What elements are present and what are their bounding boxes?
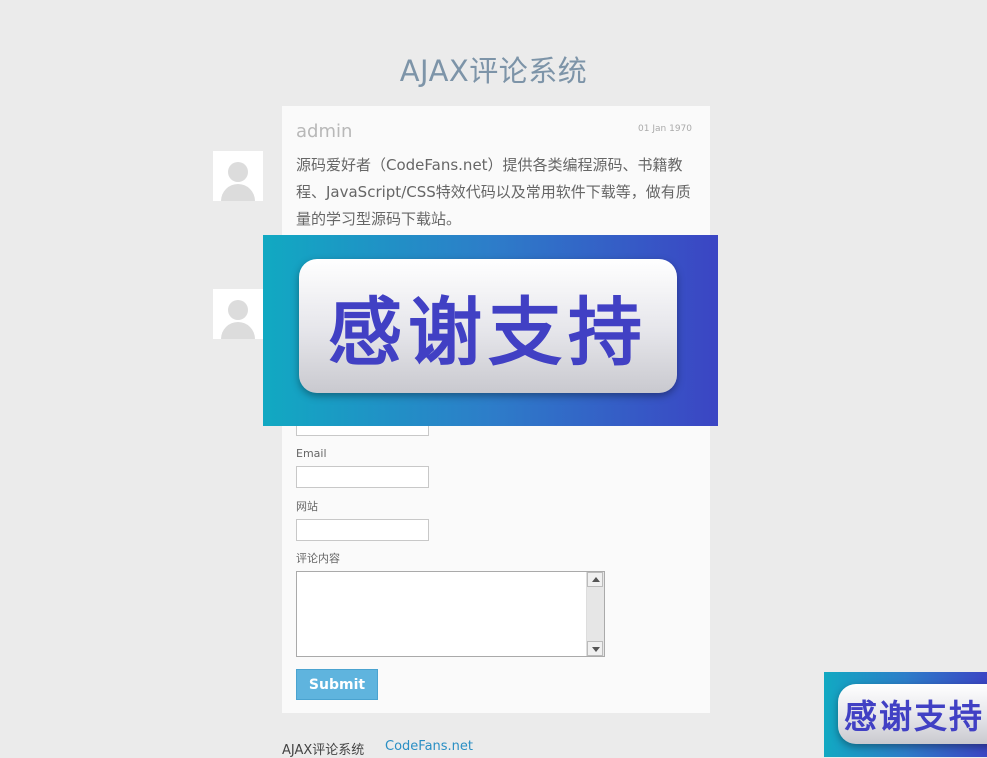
footer-link[interactable]: CodeFans.net [385, 739, 473, 754]
comment-author: admin [296, 121, 353, 142]
website-input[interactable] [296, 519, 429, 541]
user-avatar-icon [228, 300, 248, 320]
scroll-up-button[interactable] [587, 572, 603, 587]
email-label: Email [296, 447, 327, 460]
comment-text: 源码爱好者（CodeFans.net）提供各类编程源码、书籍教程、JavaScr… [296, 156, 691, 228]
footer-text: AJAX评论系统 [282, 743, 365, 758]
textarea-scrollbar[interactable] [586, 572, 604, 656]
email-input[interactable] [296, 466, 429, 488]
user-avatar-icon [228, 162, 248, 182]
comment-content-label: 评论内容 [296, 552, 340, 565]
submit-button[interactable]: Submit [296, 669, 378, 700]
scroll-down-button[interactable] [587, 641, 603, 656]
arrow-down-icon [592, 647, 600, 652]
avatar [213, 289, 263, 339]
thanks-corner-text: 感谢支持 [838, 684, 987, 744]
page-title: AJAX评论系统 [399, 54, 588, 88]
comment-date: 01 Jan 1970 [638, 124, 692, 134]
arrow-up-icon [592, 577, 600, 582]
thanks-banner-text: 感谢支持 [299, 259, 677, 393]
comment-textarea[interactable] [296, 571, 605, 657]
website-label: 网站 [296, 500, 318, 513]
thanks-overlay-banner[interactable]: 感谢支持 [263, 235, 718, 426]
avatar [213, 151, 263, 201]
thanks-corner-banner[interactable]: 感谢支持 [824, 672, 987, 757]
